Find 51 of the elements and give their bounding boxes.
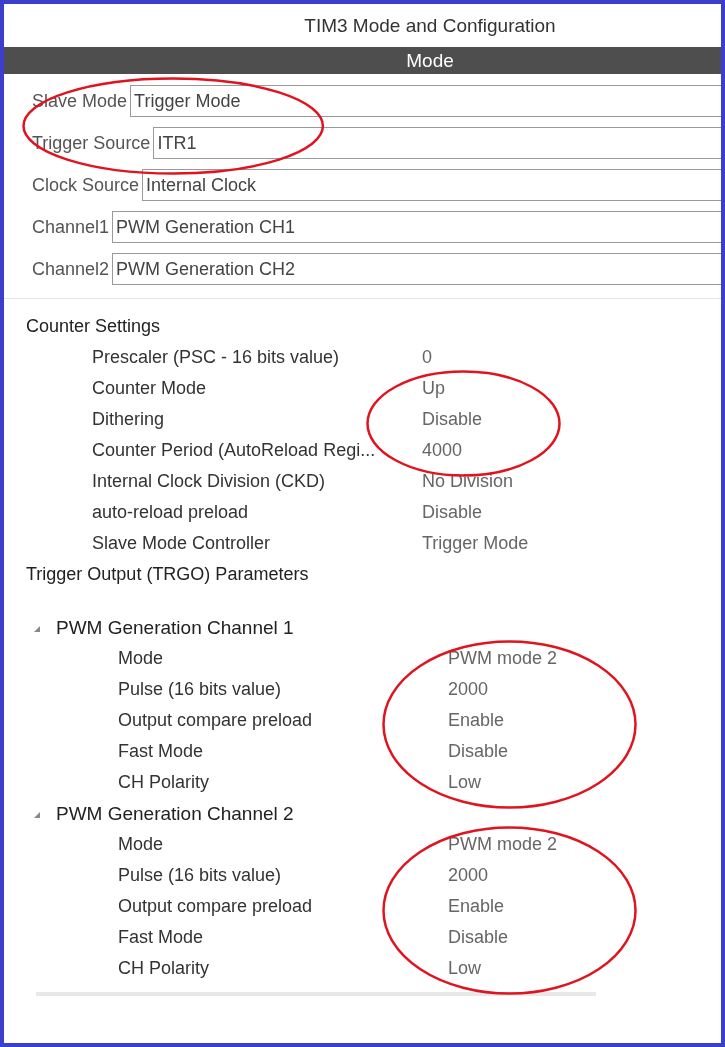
parameter-label: Pulse (16 bits value): [117, 865, 283, 886]
parameter-value[interactable]: Low: [448, 772, 482, 793]
parameter-label: Counter Period (AutoReload Regi...: [91, 440, 377, 461]
parameter-label: Fast Mode: [117, 741, 205, 762]
parameter-label: Output compare preload: [117, 896, 314, 917]
field-label: Channel2: [32, 258, 110, 280]
parameter-value[interactable]: Low: [448, 958, 482, 979]
parameter-value[interactable]: Disable: [448, 741, 509, 762]
dropdown-field[interactable]: ITR1: [153, 127, 721, 159]
parameter-value[interactable]: Disable: [422, 409, 483, 430]
window-title: TIM3 Mode and Configuration: [303, 13, 557, 38]
dropdown-field[interactable]: Trigger Mode: [130, 85, 721, 117]
parameter-label: Dithering: [91, 409, 166, 430]
parameter-value[interactable]: Enable: [448, 896, 505, 917]
group-label: PWM Generation Channel 1: [56, 616, 294, 639]
parameter-label: Prescaler (PSC - 16 bits value): [91, 347, 341, 368]
parameter-label: Pulse (16 bits value): [117, 679, 283, 700]
parameter-label: auto-reload preload: [91, 502, 250, 523]
section-title: Counter Settings: [26, 315, 162, 338]
dropdown-field[interactable]: PWM Generation CH2: [112, 253, 721, 285]
parameter-value[interactable]: PWM mode 2: [448, 648, 558, 669]
tree-group[interactable]: PWM Generation Channel 1: [26, 612, 721, 643]
parameter-value[interactable]: PWM mode 2: [448, 834, 558, 855]
parameter-label: CH Polarity: [117, 772, 211, 793]
parameter-value[interactable]: No Division: [422, 471, 514, 492]
parameter-label: Mode: [117, 834, 165, 855]
parameter-label: Mode: [117, 648, 165, 669]
parameter-value[interactable]: Enable: [448, 710, 505, 731]
section-title: Trigger Output (TRGO) Parameters: [26, 563, 310, 586]
field-label: Trigger Source: [32, 132, 151, 154]
tree-group[interactable]: PWM Generation Channel 2: [26, 798, 721, 829]
field-label: Channel1: [32, 216, 110, 238]
dropdown-field[interactable]: Internal Clock: [142, 169, 721, 201]
parameter-label: CH Polarity: [117, 958, 211, 979]
field-label: Clock Source: [32, 174, 140, 196]
parameter-label: Output compare preload: [117, 710, 314, 731]
parameter-value[interactable]: 2000: [448, 865, 489, 886]
parameter-label: Counter Mode: [91, 378, 208, 399]
parameter-value[interactable]: Up: [422, 378, 445, 399]
parameter-value[interactable]: 0: [422, 347, 432, 368]
dropdown-field[interactable]: PWM Generation CH1: [112, 211, 721, 243]
parameter-label: Fast Mode: [117, 927, 205, 948]
parameter-label: Internal Clock Division (CKD): [91, 471, 327, 492]
parameter-label: Slave Mode Controller: [91, 533, 272, 554]
group-label: PWM Generation Channel 2: [56, 802, 294, 825]
parameter-value[interactable]: 2000: [448, 679, 489, 700]
parameter-value[interactable]: 4000: [422, 440, 463, 461]
parameter-value[interactable]: Disable: [422, 502, 483, 523]
parameter-value[interactable]: Trigger Mode: [422, 533, 529, 554]
section-header: Mode: [4, 47, 721, 74]
parameter-value[interactable]: Disable: [448, 927, 509, 948]
